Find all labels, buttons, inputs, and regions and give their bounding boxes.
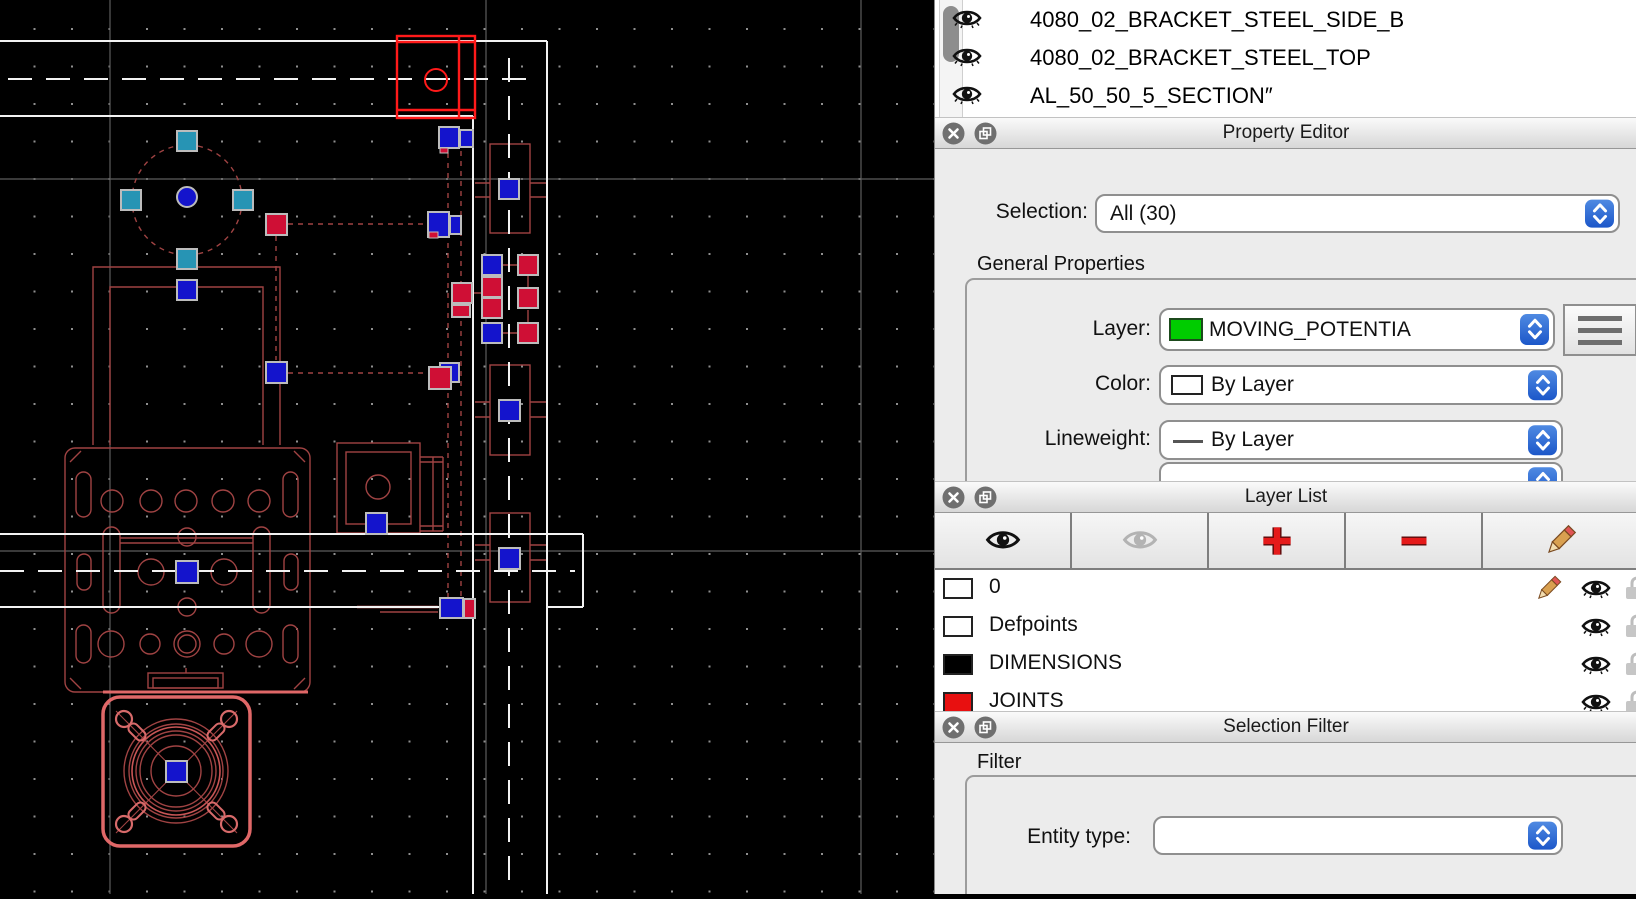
eye-icon[interactable]: [951, 46, 983, 68]
lock-open-icon[interactable]: [1623, 689, 1636, 711]
property-editor-body: Selection: All (30) General Properties L…: [935, 149, 1636, 481]
layer-visibility-toggle[interactable]: [1580, 692, 1612, 711]
layer-list-rows: 0 Defpoints DIMENSIONS JOINTS: [935, 570, 1636, 711]
layer-visibility-toggle[interactable]: [1580, 578, 1612, 605]
panel-title: Property Editor: [935, 122, 1636, 144]
block-list: 4080_02_BRACKET_STEEL_SIDE_B 4080_02_BRA…: [935, 0, 1636, 117]
color-swatch: [1171, 375, 1203, 395]
lineweight-glyph: [1173, 440, 1203, 443]
minus-icon: [1397, 524, 1431, 558]
layer-visibility-toggle[interactable]: [1580, 654, 1612, 681]
dropdown-stepper[interactable]: [1585, 199, 1614, 228]
layer-list-toolbar: [935, 513, 1636, 570]
dropdown-stepper[interactable]: [1528, 425, 1557, 455]
dropdown-stepper[interactable]: [1520, 314, 1549, 346]
layer-color-swatch: [943, 692, 973, 711]
lineweight-dropdown[interactable]: By Layer: [1159, 420, 1563, 460]
layer-color-swatch: [943, 578, 973, 599]
selection-dropdown[interactable]: All (30): [1095, 194, 1620, 233]
dropdown-stepper[interactable]: [1528, 370, 1557, 400]
layer-lock-toggle[interactable]: [1623, 651, 1636, 682]
hide-all-layers-button[interactable]: [1072, 513, 1209, 568]
eye-icon[interactable]: [1580, 616, 1612, 638]
block-name: 4080_02_BRACKET_STEEL_TOP: [1030, 45, 1371, 71]
lock-open-icon[interactable]: [1623, 613, 1636, 639]
plus-icon: [1260, 524, 1294, 558]
layer-name: JOINTS: [989, 689, 1064, 711]
current-layer-pencil[interactable]: [1533, 574, 1563, 609]
selection-filter-body: Filter Entity type:: [935, 743, 1636, 894]
selection-filter-titlebar: Selection Filter: [935, 711, 1636, 743]
dropdown-stepper[interactable]: [1528, 821, 1557, 850]
edit-layer-button[interactable]: [1483, 513, 1636, 568]
block-name: AL_50_50_5_SECTION″: [1030, 83, 1273, 109]
layer-label: Layer:: [1015, 317, 1151, 341]
layer-row[interactable]: DIMENSIONS: [935, 646, 1636, 684]
general-properties-label: General Properties: [971, 253, 1151, 276]
lineweight-value: By Layer: [1211, 428, 1294, 452]
add-layer-button[interactable]: [1209, 513, 1346, 568]
layer-dropdown[interactable]: MOVING_POTENTIA: [1159, 308, 1555, 351]
cad-drawing: [0, 0, 934, 894]
entity-type-dropdown[interactable]: [1153, 816, 1563, 855]
panel-title: Layer List: [935, 486, 1636, 508]
color-dropdown[interactable]: By Layer: [1159, 365, 1563, 405]
chevron-up-down-icon: [1531, 371, 1555, 399]
layer-color-swatch: [943, 654, 973, 675]
block-name: 4080_02_BRACKET_STEEL_SIDE_B: [1030, 7, 1404, 33]
layer-list-titlebar: Layer List: [935, 481, 1636, 513]
layer-row[interactable]: 0: [935, 570, 1636, 608]
lock-open-icon[interactable]: [1623, 575, 1636, 601]
block-list-item[interactable]: 4080_02_BRACKET_STEEL_SIDE_B: [935, 2, 1636, 40]
eye-icon[interactable]: [1580, 578, 1612, 600]
panel-title: Selection Filter: [935, 716, 1636, 738]
layer-name: Defpoints: [989, 613, 1078, 637]
lock-open-icon[interactable]: [1623, 651, 1636, 677]
property-editor-titlebar: Property Editor: [935, 117, 1636, 149]
block-list-item[interactable]: 4080_02_BRACKET_STEEL_TOP: [935, 40, 1636, 78]
layer-name: DIMENSIONS: [989, 651, 1122, 675]
layer-color-swatch: [943, 616, 973, 637]
remove-layer-button[interactable]: [1346, 513, 1483, 568]
show-all-layers-button[interactable]: [935, 513, 1072, 568]
pencil-icon[interactable]: [1533, 574, 1563, 604]
layer-lock-toggle[interactable]: [1623, 613, 1636, 644]
chevron-up-down-icon: [1523, 316, 1547, 344]
layer-row[interactable]: JOINTS: [935, 684, 1636, 711]
layer-lock-toggle[interactable]: [1623, 575, 1636, 606]
layer-visibility-toggle[interactable]: [1580, 616, 1612, 643]
eye-icon[interactable]: [951, 8, 983, 30]
chevron-up-down-icon: [1588, 200, 1612, 228]
layer-row[interactable]: Defpoints: [935, 608, 1636, 646]
dock-panel-area: 4080_02_BRACKET_STEEL_SIDE_B 4080_02_BRA…: [934, 0, 1636, 894]
chevron-up-down-icon: [1531, 822, 1555, 850]
color-value: By Layer: [1211, 373, 1294, 397]
layer-menu-button[interactable]: [1563, 304, 1636, 356]
eye-icon[interactable]: [951, 84, 983, 106]
lineweight-label: Lineweight:: [995, 427, 1151, 451]
selection-value: All (30): [1110, 202, 1177, 226]
pencil-icon: [1542, 523, 1578, 559]
selection-label: Selection:: [955, 200, 1088, 224]
block-list-item[interactable]: AL_50_50_5_SECTION″: [935, 78, 1636, 116]
layer-name: 0: [989, 575, 1001, 599]
filter-group-label: Filter: [971, 751, 1027, 774]
chevron-up-down-icon: [1531, 468, 1555, 481]
chevron-up-down-icon: [1531, 426, 1555, 454]
linetype-dropdown-clipped[interactable]: [1159, 462, 1563, 481]
color-label: Color:: [1015, 372, 1151, 396]
cad-canvas[interactable]: [0, 0, 934, 894]
layer-lock-toggle[interactable]: [1623, 689, 1636, 711]
layer-color-swatch: [1169, 318, 1203, 341]
layer-value: MOVING_POTENTIA: [1209, 318, 1411, 342]
dropdown-stepper[interactable]: [1528, 467, 1557, 481]
eye-icon[interactable]: [1580, 654, 1612, 676]
entity-type-label: Entity type:: [975, 825, 1131, 849]
eye-icon[interactable]: [1580, 692, 1612, 711]
